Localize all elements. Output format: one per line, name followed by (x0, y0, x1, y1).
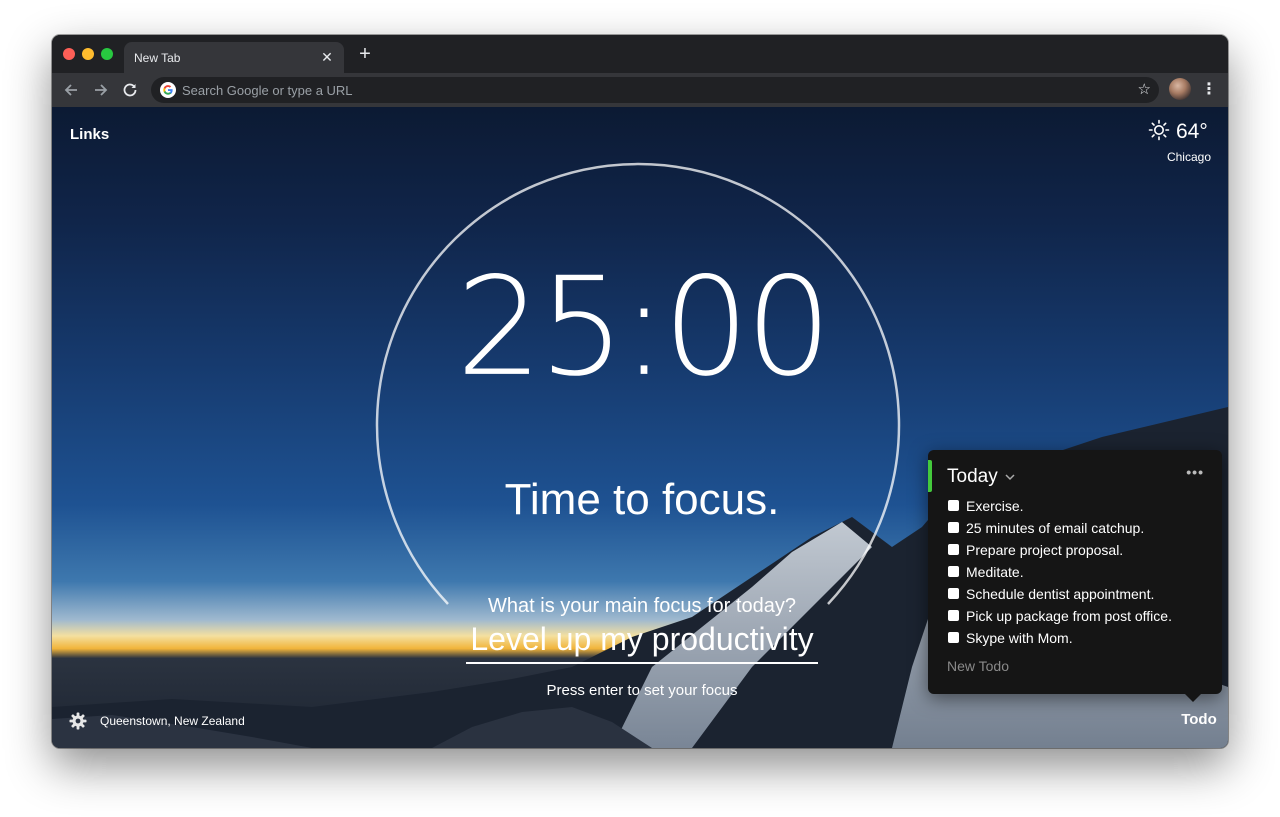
photo-location[interactable]: Queenstown, New Zealand (100, 714, 245, 728)
close-window-button[interactable] (63, 48, 75, 60)
list-accent (928, 460, 932, 492)
tab-new-tab[interactable]: New Tab ✕ (124, 42, 344, 73)
momentum-page: Links 64° Chicago 25:00 Time to focus. W… (52, 107, 1228, 748)
google-icon (160, 82, 176, 98)
timer-label: Time to focus. (504, 475, 780, 524)
browser-toolbar: Search Google or type a URL ☆ ⋮ (52, 73, 1228, 107)
menu-icon[interactable]: ⋮ (1201, 79, 1217, 101)
todo-text[interactable]: Skype with Mom. (966, 630, 1073, 646)
tab-strip: New Tab ✕ + (52, 35, 1228, 73)
todo-checkbox[interactable] (948, 522, 959, 533)
todo-panel: Today ••• Exercise. 25 minutes of email … (928, 450, 1222, 702)
profile-avatar[interactable] (1169, 78, 1191, 100)
todo-checkbox[interactable] (948, 610, 959, 621)
timer-display[interactable]: 25:00 (392, 260, 892, 396)
list-item: Exercise. (947, 498, 1217, 520)
todo-checkbox[interactable] (948, 632, 959, 643)
todo-checkbox[interactable] (948, 544, 959, 555)
todo-text[interactable]: Exercise. (966, 498, 1024, 514)
todo-checkbox[interactable] (948, 566, 959, 577)
list-item: Schedule dentist appointment. (947, 586, 1217, 608)
gear-icon[interactable] (69, 712, 87, 730)
todo-text[interactable]: Pick up package from post office. (966, 608, 1172, 624)
back-arrow-icon[interactable] (62, 80, 82, 100)
browser-window: New Tab ✕ + Search Google or type a URL … (52, 35, 1228, 748)
star-icon[interactable]: ☆ (1138, 81, 1151, 99)
new-todo-input[interactable]: New Todo (947, 658, 1009, 674)
tab-title: New Tab (134, 51, 181, 65)
todo-text[interactable]: 25 minutes of email catchup. (966, 520, 1144, 536)
chevron-down-icon[interactable] (1004, 471, 1016, 483)
focus-prompt: What is your main focus for today? (488, 595, 796, 617)
todo-text[interactable]: Schedule dentist appointment. (966, 586, 1154, 602)
focus-hint: Press enter to set your focus (546, 682, 738, 699)
omnibox-placeholder: Search Google or type a URL (182, 83, 353, 98)
forward-arrow-icon[interactable] (90, 80, 110, 100)
todo-text[interactable]: Prepare project proposal. (966, 542, 1123, 558)
todo-list-title[interactable]: Today (947, 466, 998, 488)
todo-checkbox[interactable] (948, 500, 959, 511)
reload-icon[interactable] (120, 80, 140, 100)
todo-checkbox[interactable] (948, 588, 959, 599)
list-item: Skype with Mom. (947, 630, 1217, 652)
list-item: Meditate. (947, 564, 1217, 586)
todo-text[interactable]: Meditate. (966, 564, 1024, 580)
maximize-window-button[interactable] (101, 48, 113, 60)
omnibox[interactable]: Search Google or type a URL ☆ (151, 77, 1159, 103)
list-item: Prepare project proposal. (947, 542, 1217, 564)
more-options-icon[interactable]: ••• (1186, 464, 1204, 480)
minimize-window-button[interactable] (82, 48, 94, 60)
list-item: Pick up package from post office. (947, 608, 1217, 630)
todo-button[interactable]: Todo (1172, 711, 1226, 728)
todo-list: Exercise. 25 minutes of email catchup. P… (947, 498, 1217, 652)
list-item: 25 minutes of email catchup. (947, 520, 1217, 542)
tab-close-icon[interactable]: ✕ (318, 48, 336, 66)
new-tab-button[interactable]: + (354, 44, 376, 64)
focus-input[interactable]: Level up my productivity (466, 621, 818, 664)
